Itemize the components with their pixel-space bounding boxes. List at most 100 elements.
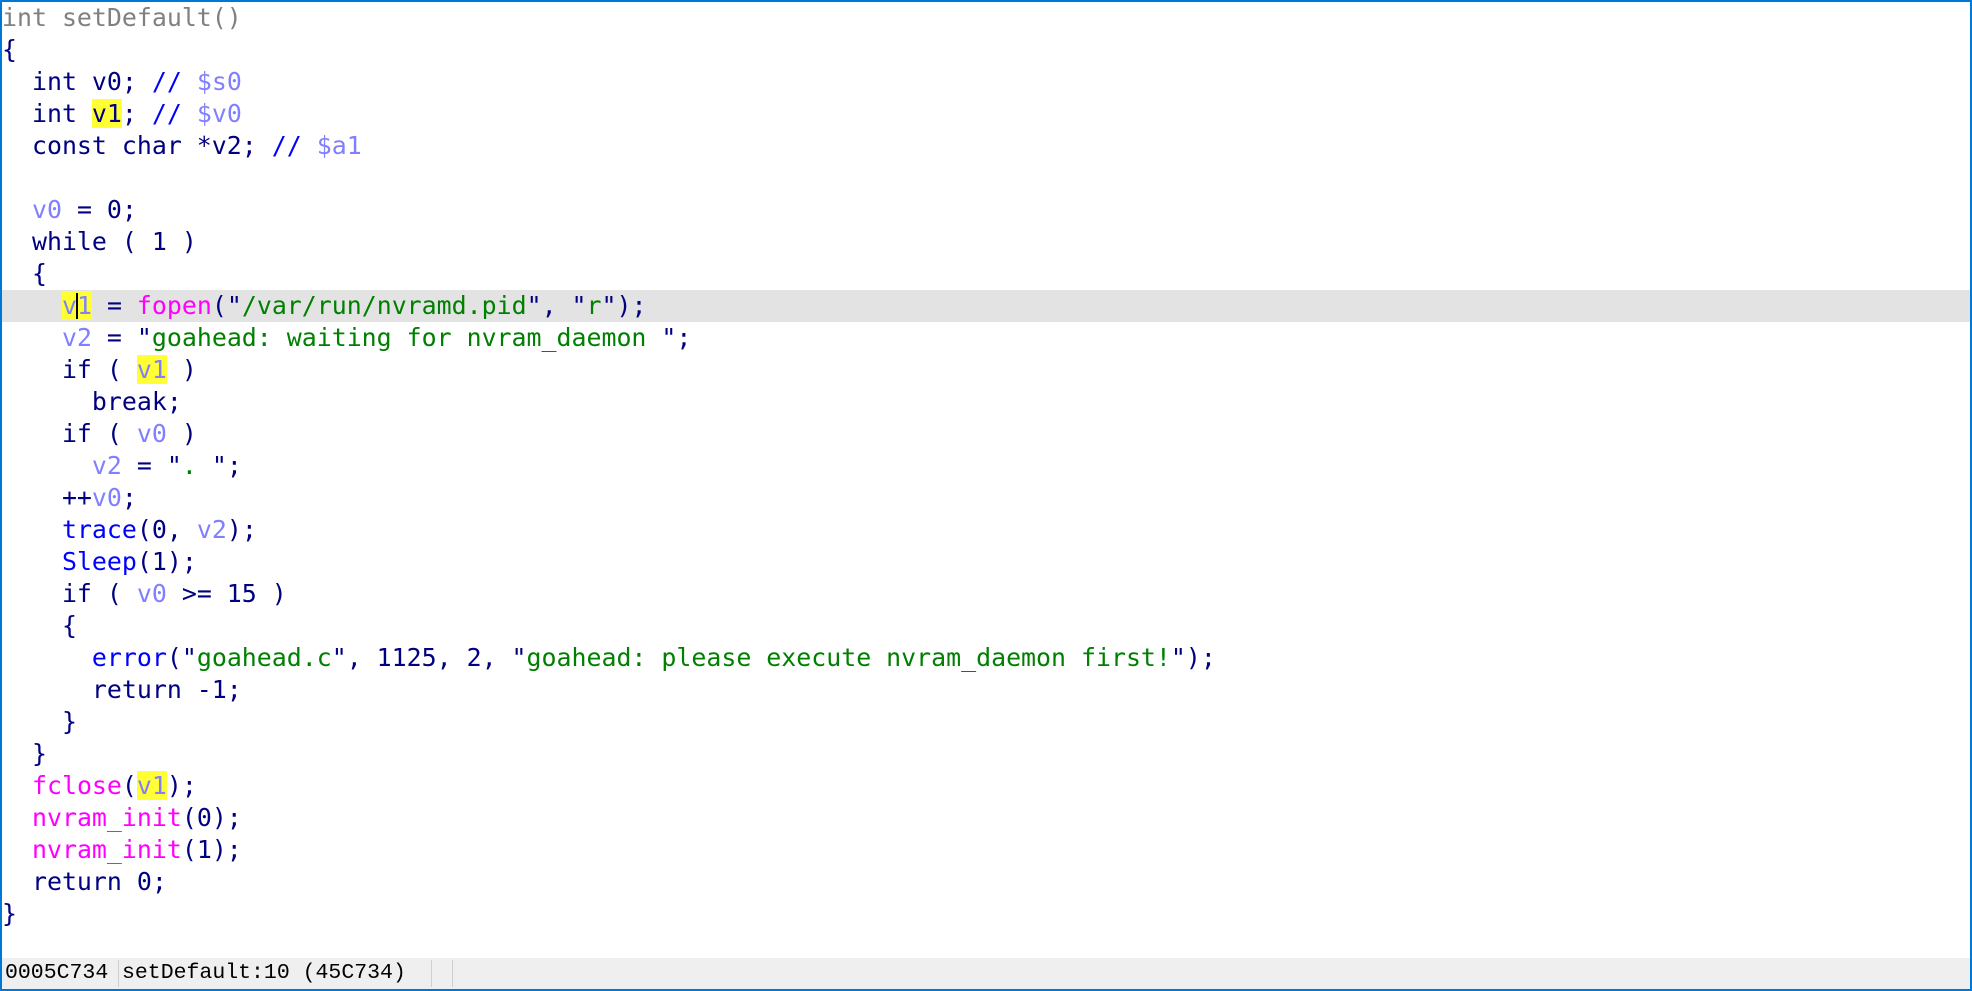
function-name[interactable]: trace <box>62 515 137 544</box>
code-token: if ( <box>2 355 137 384</box>
code-line[interactable]: } <box>2 738 1970 770</box>
code-line[interactable]: error("goahead.c", 1125, 2, "goahead: pl… <box>2 642 1970 674</box>
code-token: ; <box>121 99 152 128</box>
code-line[interactable]: int v0; // $s0 <box>2 66 1970 98</box>
status-bar: 0005C734 setDefault:10 (45C734) <box>2 958 1970 989</box>
function-name[interactable]: Sleep <box>62 547 137 576</box>
comment-marker: // <box>151 99 197 128</box>
code-token: (" <box>211 291 242 320</box>
code-line[interactable]: nvram_init(0); <box>2 802 1970 834</box>
code-token: ) <box>166 355 197 384</box>
code-token: (0, <box>136 515 197 544</box>
code-token: ", " <box>526 291 587 320</box>
code-line[interactable]: if ( v0 ) <box>2 418 1970 450</box>
code-token: "); <box>1170 643 1216 672</box>
code-token: ); <box>166 771 197 800</box>
code-line[interactable]: const char *v2; // $a1 <box>2 130 1970 162</box>
code-line[interactable]: ++v0; <box>2 482 1970 514</box>
code-token: (1); <box>136 547 197 576</box>
code-token: "); <box>601 291 647 320</box>
code-line[interactable]: return -1; <box>2 674 1970 706</box>
status-extra <box>432 958 452 989</box>
code-token: "; <box>211 451 242 480</box>
code-token: int <box>2 99 92 128</box>
function-signature: int setDefault() <box>2 3 242 32</box>
code-line[interactable]: break; <box>2 386 1970 418</box>
highlighted-identifier[interactable]: v1 <box>61 291 92 320</box>
string-literal: . <box>181 451 212 480</box>
code-token: } <box>2 899 17 928</box>
status-address: 0005C734 <box>5 961 109 985</box>
code-line[interactable]: } <box>2 898 1970 930</box>
code-token: (0); <box>181 803 242 832</box>
code-token: while ( 1 ) <box>2 227 197 256</box>
imported-function-name[interactable]: nvram_init <box>32 803 182 832</box>
code-line[interactable]: while ( 1 ) <box>2 226 1970 258</box>
code-token: ); <box>226 515 257 544</box>
highlighted-identifier[interactable]: v1 <box>136 355 167 384</box>
code-line[interactable]: int setDefault() <box>2 2 1970 34</box>
local-variable[interactable]: v2 <box>92 451 122 480</box>
code-token: = " <box>91 323 152 352</box>
code-line[interactable]: fclose(v1); <box>2 770 1970 802</box>
code-line[interactable]: trace(0, v2); <box>2 514 1970 546</box>
local-variable[interactable]: v2 <box>62 323 92 352</box>
pseudocode-window: int setDefault() { int v0; // $s0 int v1;… <box>0 0 1972 991</box>
pseudocode-editor[interactable]: int setDefault() { int v0; // $s0 int v1;… <box>2 2 1970 957</box>
code-line[interactable]: Sleep(1); <box>2 546 1970 578</box>
code-token: = " <box>121 451 182 480</box>
code-line[interactable]: int v1; // $v0 <box>2 98 1970 130</box>
register-comment: $a1 <box>316 131 362 160</box>
code-token: ) <box>166 419 197 448</box>
code-line-current[interactable]: v1 = fopen("/var/run/nvramd.pid", "r"); <box>2 290 1970 322</box>
local-variable[interactable]: v2 <box>197 515 227 544</box>
comment-marker: // <box>271 131 317 160</box>
code-token: break; <box>2 387 182 416</box>
code-line[interactable]: { <box>2 610 1970 642</box>
local-variable[interactable]: v0 <box>137 419 167 448</box>
string-literal: goahead: please execute nvram_daemon fir… <box>526 643 1171 672</box>
string-literal: /var/run/nvramd.pid <box>241 291 527 320</box>
code-line[interactable]: v2 = "goahead: waiting for nvram_daemon … <box>2 322 1970 354</box>
local-variable[interactable]: v0 <box>32 195 62 224</box>
comment-marker: // <box>151 67 197 96</box>
function-name[interactable]: error <box>92 643 167 672</box>
code-line[interactable]: { <box>2 34 1970 66</box>
code-token: v0 <box>91 67 122 96</box>
code-token: "; <box>661 323 692 352</box>
highlighted-identifier[interactable]: v1 <box>136 771 167 800</box>
code-line[interactable]: if ( v0 >= 15 ) <box>2 578 1970 610</box>
code-token: = 0; <box>61 195 137 224</box>
code-token: ; <box>121 483 137 512</box>
code-line[interactable]: v2 = ". "; <box>2 450 1970 482</box>
string-literal: goahead: waiting for nvram_daemon <box>151 323 662 352</box>
highlighted-identifier[interactable]: v1 <box>91 99 122 128</box>
code-line[interactable]: return 0; <box>2 866 1970 898</box>
local-variable[interactable]: v0 <box>137 579 167 608</box>
code-line[interactable]: v0 = 0; <box>2 194 1970 226</box>
code-line[interactable]: { <box>2 258 1970 290</box>
code-token: return 0; <box>2 867 167 896</box>
status-location: setDefault:10 (45C734) <box>122 961 406 985</box>
code-token: } <box>2 707 77 736</box>
code-line[interactable]: nvram_init(1); <box>2 834 1970 866</box>
code-token: >= 15 ) <box>166 579 287 608</box>
imported-function-name[interactable]: nvram_init <box>32 835 182 864</box>
local-variable[interactable]: v0 <box>92 483 122 512</box>
text-cursor <box>75 293 78 319</box>
status-separator <box>452 960 453 987</box>
imported-function-name[interactable]: fclose <box>32 771 122 800</box>
code-line[interactable]: } <box>2 706 1970 738</box>
code-token: ( <box>121 771 137 800</box>
code-line[interactable] <box>2 162 1970 194</box>
code-line[interactable]: if ( v1 ) <box>2 354 1970 386</box>
code-token: ; <box>121 67 152 96</box>
string-literal: r <box>586 291 602 320</box>
code-token: return -1; <box>2 675 242 704</box>
imported-function-name[interactable]: fopen <box>137 291 212 320</box>
